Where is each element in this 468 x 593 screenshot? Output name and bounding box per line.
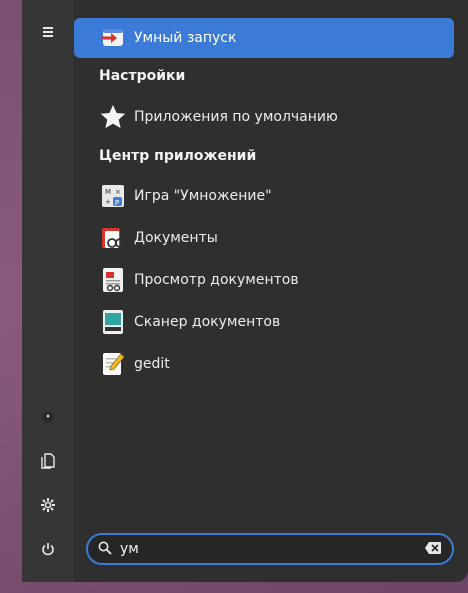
- hamburger-menu-icon[interactable]: [36, 20, 60, 44]
- result-label: Умный запуск: [134, 30, 237, 46]
- result-documents[interactable]: Документы: [74, 218, 454, 258]
- clear-search-icon[interactable]: [424, 540, 442, 559]
- document-viewer-icon: [100, 267, 126, 293]
- svg-text:+: +: [105, 198, 111, 206]
- search-results: Умный запуск Настройки Приложения по умо…: [74, 0, 468, 530]
- section-title-app-center: Центр приложений: [99, 148, 257, 164]
- section-title-settings: Настройки: [99, 68, 186, 84]
- home-dot-icon[interactable]: [36, 405, 60, 429]
- result-smart-launch[interactable]: Умный запуск: [74, 18, 454, 58]
- result-document-viewer[interactable]: Просмотр документов: [74, 260, 454, 300]
- result-label: Документы: [134, 230, 218, 246]
- svg-text:P: P: [115, 199, 119, 207]
- menu-sidebar: [22, 0, 74, 582]
- documents-rail-icon[interactable]: [36, 449, 60, 473]
- smart-launch-icon: [100, 25, 126, 51]
- power-icon[interactable]: [36, 537, 60, 561]
- settings-icon[interactable]: [36, 493, 60, 517]
- result-default-apps[interactable]: Приложения по умолчанию: [74, 97, 454, 137]
- result-multiplication-game[interactable]: M × + P Игра "Умножение": [74, 176, 454, 216]
- scanner-icon: [100, 309, 126, 335]
- svg-text:×: ×: [115, 188, 121, 196]
- svg-text:M: M: [105, 188, 111, 196]
- documents-icon: [100, 225, 126, 251]
- search-input[interactable]: [120, 541, 424, 557]
- search-icon: [98, 540, 112, 559]
- gedit-icon: [100, 351, 126, 377]
- app-menu: Умный запуск Настройки Приложения по умо…: [22, 0, 468, 582]
- result-label: Просмотр документов: [134, 272, 299, 288]
- result-label: Сканер документов: [134, 314, 281, 330]
- result-gedit[interactable]: gedit: [74, 344, 454, 384]
- result-document-scanner[interactable]: Сканер документов: [74, 302, 454, 342]
- multiplication-game-icon: M × + P: [100, 183, 126, 209]
- result-label: gedit: [134, 356, 170, 372]
- star-icon: [100, 104, 126, 130]
- result-label: Игра "Умножение": [134, 188, 272, 204]
- result-label: Приложения по умолчанию: [134, 109, 338, 125]
- search-bar[interactable]: [86, 533, 454, 565]
